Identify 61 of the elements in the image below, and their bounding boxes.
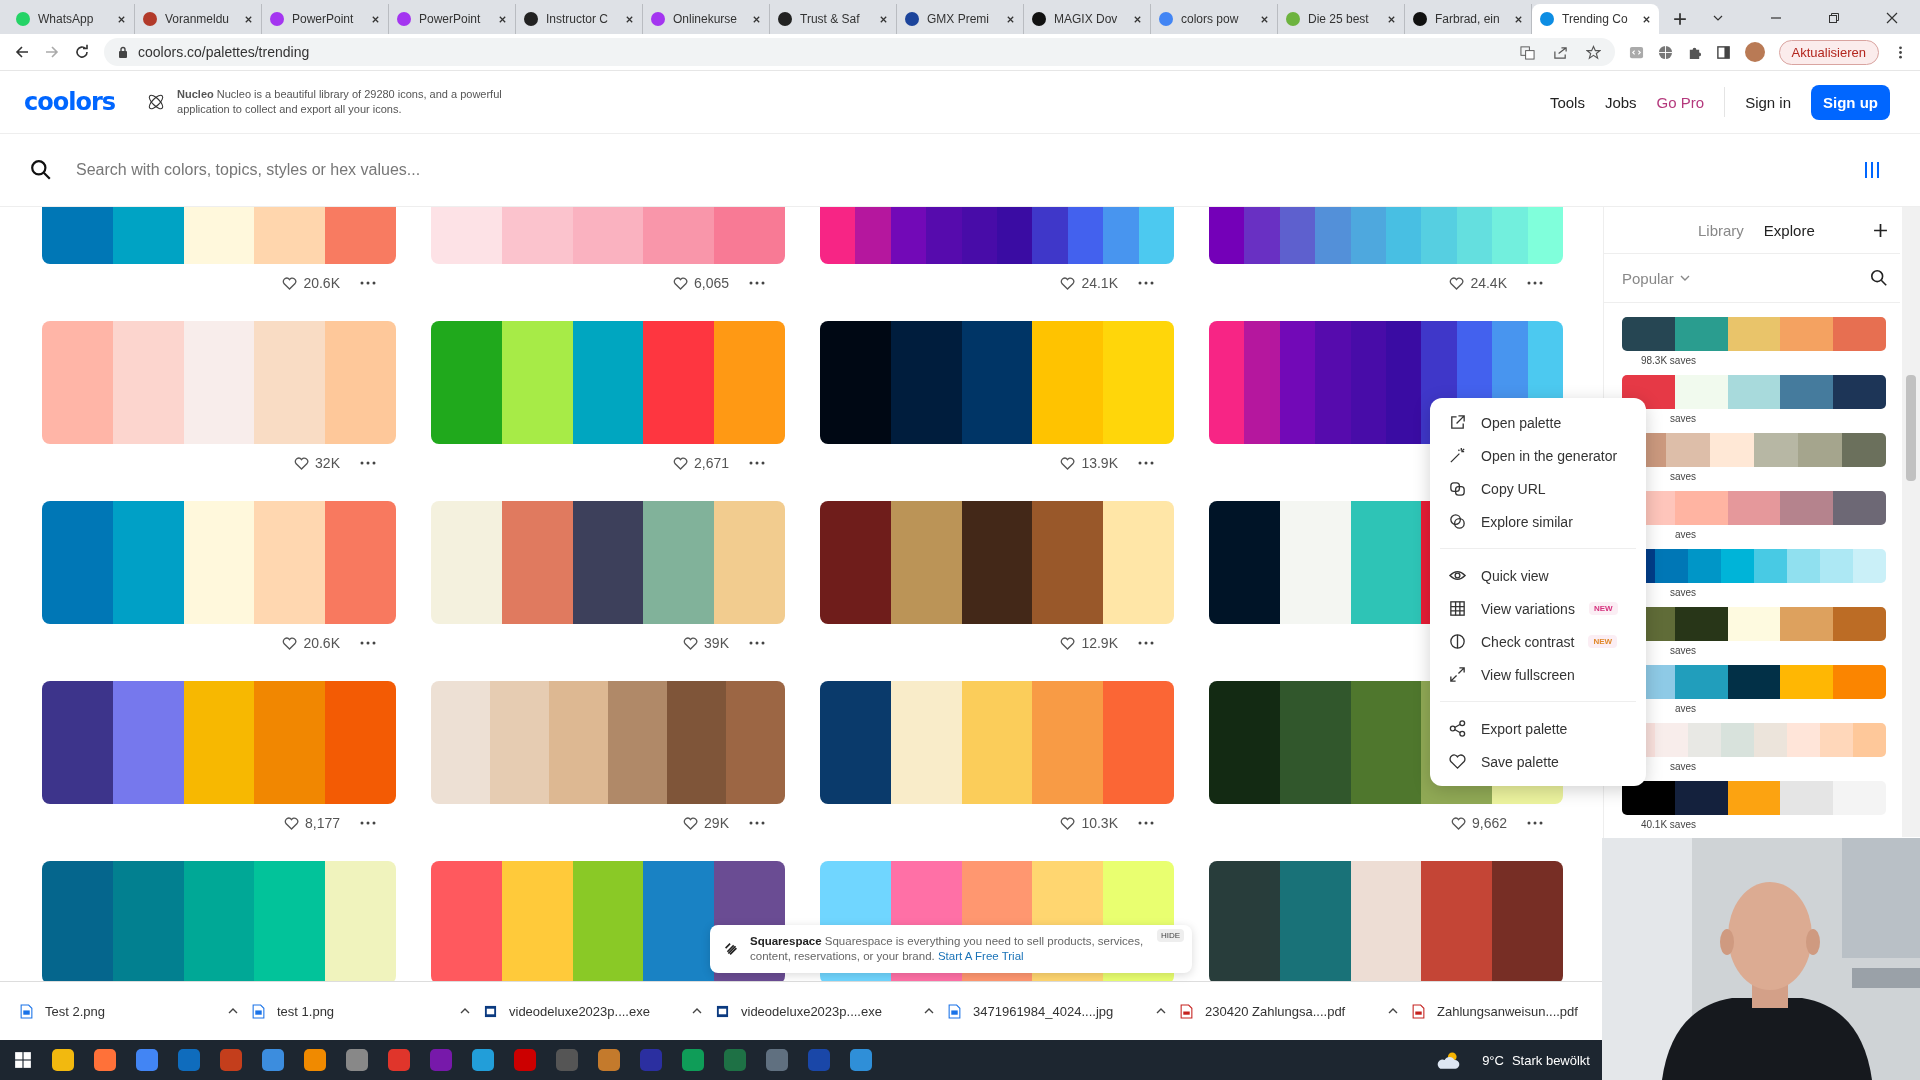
- like-count: 32K: [315, 455, 340, 471]
- download-name[interactable]: videodeluxe2023p....exe: [741, 1003, 882, 1019]
- menu-item[interactable]: Open in the generator: [1430, 439, 1646, 472]
- temperature: 9°C: [1482, 1052, 1504, 1068]
- promo-text[interactable]: Nucleo Nucleo is a beautiful library of 29280 icons, and a powerful application to collect and export all your icons.: [177, 87, 538, 117]
- like-count: 13.9K: [1081, 455, 1118, 471]
- like-count: 9,662: [1471, 815, 1507, 831]
- weather-text: Stark bewölkt: [1511, 1052, 1590, 1068]
- ad-text: Squarespace Squarespace is everything you need to sell products, services, content, reservations, or your brand. Start A Free Trial: [750, 934, 1145, 964]
- sidebar-tab[interactable]: Explore: [1763, 221, 1815, 239]
- sign-up-button[interactable]: Sign up: [1811, 84, 1890, 120]
- nav-link[interactable]: Jobs: [1604, 93, 1637, 111]
- download-name[interactable]: Zahlungsanweisun....pdf: [1437, 1003, 1578, 1019]
- like-count: 12.9K: [1081, 635, 1118, 651]
- sign-in-link[interactable]: Sign in: [1745, 93, 1791, 111]
- like-count: 20.6K: [303, 275, 340, 291]
- like-count: 8,177: [304, 815, 340, 831]
- download-name[interactable]: 230420 Zahlungsa....pdf: [1205, 1003, 1346, 1019]
- saves-count: saves: [1669, 587, 1696, 598]
- menu-item[interactable]: View variations NEW: [1430, 592, 1646, 625]
- address-field[interactable]: coolors.co/palettes/trending: [104, 38, 1615, 66]
- like-count: 24.4K: [1470, 275, 1507, 291]
- download-name[interactable]: 3471961984_4024....jpg: [973, 1003, 1114, 1019]
- saves-count: aves: [1674, 703, 1696, 714]
- sidebar-tab[interactable]: Library: [1698, 221, 1744, 239]
- download-name[interactable]: videodeluxe2023p....exe: [509, 1003, 650, 1019]
- logo[interactable]: coolors: [24, 88, 116, 116]
- update-button[interactable]: Aktualisieren: [1778, 39, 1879, 65]
- new-badge: NEW: [1588, 635, 1618, 648]
- like-count: 10.3K: [1081, 815, 1118, 831]
- like-count: 24.1K: [1081, 275, 1118, 291]
- download-name[interactable]: test 1.png: [277, 1003, 335, 1019]
- saves-count: saves: [1669, 645, 1696, 656]
- saves-count: saves: [1669, 471, 1696, 482]
- search-field[interactable]: Search with colors, topics, styles or hex values...: [74, 160, 1864, 180]
- saves-count: 98.3K saves: [1640, 355, 1696, 366]
- browser-tab[interactable]: Trending Co: [1532, 4, 1659, 34]
- menu-item[interactable]: Open palette: [1430, 406, 1646, 439]
- menu-item[interactable]: Explore similar: [1430, 505, 1646, 538]
- saves-count: saves: [1669, 413, 1696, 424]
- menu-item[interactable]: Check contrast NEW: [1430, 625, 1646, 658]
- saves-count: saves: [1669, 761, 1696, 772]
- like-count: 6,065: [693, 275, 729, 291]
- download-name[interactable]: Test 2.png: [45, 1003, 105, 1019]
- saves-count: aves: [1674, 529, 1696, 540]
- menu-item[interactable]: View fullscreen: [1430, 658, 1646, 691]
- sort-dropdown[interactable]: Popular: [1622, 269, 1690, 287]
- like-count: 2,671: [693, 455, 729, 471]
- menu-item[interactable]: Quick view: [1430, 559, 1646, 592]
- like-count: 29K: [704, 815, 729, 831]
- menu-item[interactable]: Copy URL: [1430, 472, 1646, 505]
- nav-link[interactable]: Tools: [1549, 93, 1585, 111]
- like-count: 39K: [704, 635, 729, 651]
- saves-count: 40.1K saves: [1640, 819, 1696, 830]
- new-badge: NEW: [1588, 602, 1618, 615]
- hide-button[interactable]: HIDE: [1156, 929, 1184, 942]
- nav-link[interactable]: Go Pro: [1656, 93, 1705, 111]
- trial-link[interactable]: Start A Free Trial: [937, 950, 1024, 962]
- like-count: 20.6K: [303, 635, 340, 651]
- menu-item[interactable]: Save palette: [1430, 745, 1646, 778]
- menu-item[interactable]: Export palette: [1430, 712, 1646, 745]
